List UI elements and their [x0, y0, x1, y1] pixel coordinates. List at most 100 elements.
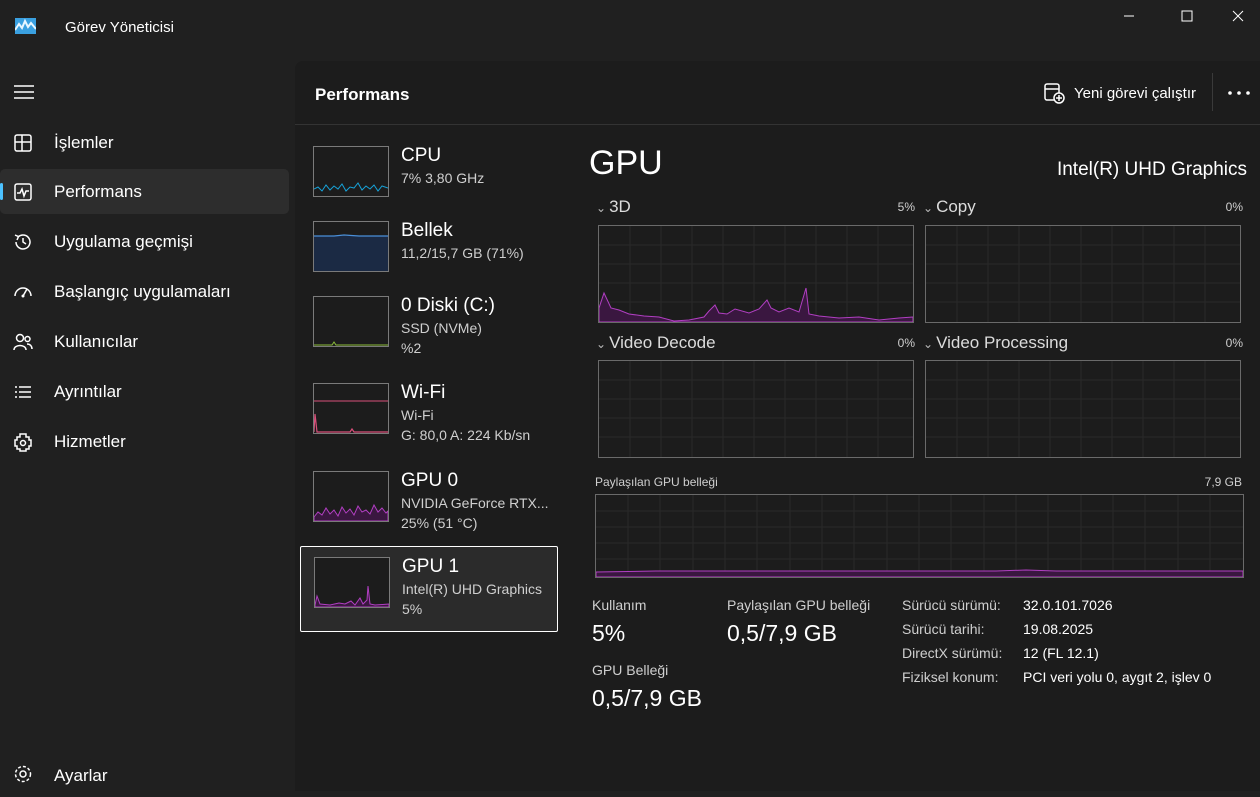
driver-version-value: 32.0.101.7026: [1023, 597, 1113, 613]
disk-thumbnail: [313, 296, 389, 347]
driver-date-label: Sürücü tarihi:: [902, 621, 985, 637]
gpu-memory-label: GPU Belleği: [592, 662, 669, 678]
sidebar-item-label: Uygulama geçmişi: [54, 232, 193, 251]
engine-video-processing-label: Video Processing: [936, 333, 1069, 352]
gpu1-thumbnail-area: [315, 585, 389, 607]
device-detail: SSD (NVMe): [401, 320, 482, 336]
startup-icon: [14, 287, 32, 298]
engine-copy-label: Copy: [936, 197, 976, 216]
engine-3d-percent: 5%: [897, 200, 915, 214]
gear-icon: [14, 765, 32, 783]
memory-thumbnail: [313, 221, 389, 272]
shared-memory-area: [596, 569, 1243, 577]
device-detail: 7% 3,80 GHz: [401, 170, 485, 186]
engine-copy-graph: [925, 225, 1241, 323]
hamburger-menu-icon[interactable]: [12, 82, 36, 102]
device-name: 0 Diski (C:): [401, 295, 495, 316]
device-detail: Wi-Fi: [401, 407, 434, 423]
directx-version-value: 12 (FL 12.1): [1023, 645, 1099, 661]
header-separator: [1212, 73, 1213, 111]
device-item-wifi[interactable]: Wi-Fi Wi-Fi G: 80,0 A: 224 Kb/sn: [300, 373, 558, 459]
chevron-down-icon: ⌄: [923, 337, 934, 351]
engine-video-processing-percent: 0%: [1225, 336, 1243, 350]
minimize-icon: [1124, 15, 1134, 17]
engine-video-decode-graph: [598, 360, 914, 458]
utilization-value: 5%: [592, 620, 626, 646]
minimize-button[interactable]: [1101, 0, 1157, 32]
chevron-down-icon: ⌄: [596, 201, 607, 215]
engine-3d-selector[interactable]: ⌄ 3D: [596, 197, 631, 217]
chevron-down-icon: ⌄: [596, 337, 607, 351]
run-task-label: Yeni görevi çalıştır: [1074, 84, 1197, 102]
device-detail-2: G: 80,0 A: 224 Kb/sn: [401, 427, 531, 443]
gpu-model: Intel(R) UHD Graphics: [1056, 159, 1247, 180]
directx-version-label: DirectX sürümü:: [902, 645, 1003, 661]
device-item-gpu1[interactable]: GPU 1 Intel(R) UHD Graphics 5%: [300, 546, 558, 632]
device-name: GPU 1: [402, 556, 460, 577]
shared-memory-label: Paylaşılan GPU belleği: [727, 597, 871, 613]
sidebar-item-processes[interactable]: İşlemler: [0, 120, 289, 165]
sidebar-item-label: Kullanıcılar: [54, 332, 139, 351]
engine-video-decode-label: Video Decode: [609, 333, 716, 352]
engine-video-decode-selector[interactable]: ⌄ Video Decode: [596, 333, 716, 353]
sidebar-item-app-history[interactable]: Uygulama geçmişi: [0, 219, 289, 264]
device-detail-2: 5%: [402, 601, 423, 617]
engine-video-processing-selector[interactable]: ⌄ Video Processing: [923, 333, 1068, 353]
page-title: Performans: [315, 85, 410, 104]
app-title: Görev Yöneticisi: [65, 19, 174, 36]
sidebar-item-settings[interactable]: Ayarlar: [0, 752, 289, 797]
engine-copy-percent: 0%: [1225, 200, 1243, 214]
close-icon: [1232, 10, 1244, 22]
physical-location-value: PCI veri yolu 0, aygıt 2, işlev 0: [1023, 669, 1212, 685]
shared-memory-graph-max: 7,9 GB: [1204, 475, 1242, 489]
engine-copy-selector[interactable]: ⌄ Copy: [923, 197, 976, 217]
new-task-icon: [1044, 83, 1065, 104]
engine-video-decode-percent: 0%: [897, 336, 915, 350]
device-item-cpu[interactable]: CPU 7% 3,80 GHz: [300, 136, 558, 222]
settings-label: Ayarlar: [54, 766, 108, 785]
more-options-icon[interactable]: [1225, 81, 1253, 105]
gpu0-thumbnail: [313, 471, 389, 522]
users-icon: [13, 333, 33, 351]
memory-thumbnail-fill: [314, 236, 388, 271]
main-panel: Performans Yeni görevi çalıştır CPU 7% 3…: [295, 61, 1260, 791]
shared-memory-value: 0,5/7,9 GB: [727, 620, 837, 646]
sidebar-item-label: Hizmetler: [54, 432, 126, 451]
device-item-gpu0[interactable]: GPU 0 NVIDIA GeForce RTX... 25% (51 °C): [300, 461, 558, 547]
maximize-icon: [1181, 10, 1193, 22]
sidebar-item-performance[interactable]: Performans: [0, 169, 289, 214]
close-button[interactable]: [1210, 0, 1260, 32]
history-icon: [14, 234, 31, 250]
shared-memory-graph-label: Paylaşılan GPU belleği: [595, 475, 718, 489]
sidebar-item-details[interactable]: Ayrıntılar: [0, 369, 289, 414]
shared-memory-graph: [595, 494, 1244, 578]
engine-3d-graph: [598, 225, 914, 323]
sidebar-item-label: Başlangıç uygulamaları: [54, 282, 231, 301]
sidebar-item-users[interactable]: Kullanıcılar: [0, 319, 289, 364]
device-detail: NVIDIA GeForce RTX...: [401, 495, 549, 511]
gpu1-thumbnail: [314, 557, 390, 608]
device-item-disk[interactable]: 0 Diski (C:) SSD (NVMe) %2: [300, 286, 558, 372]
driver-date-value: 19.08.2025: [1023, 621, 1094, 637]
title-bar: Görev Yöneticisi: [0, 0, 1260, 56]
device-name: CPU: [401, 145, 442, 166]
sidebar-item-startup-apps[interactable]: Başlangıç uygulamaları: [0, 269, 289, 314]
device-detail-2: %2: [401, 340, 422, 356]
gpu-title: GPU: [589, 144, 663, 182]
wifi-thumbnail: [313, 383, 389, 434]
disk-thumbnail-line: [314, 341, 388, 346]
run-new-task-button[interactable]: Yeni görevi çalıştır: [1043, 80, 1196, 106]
device-detail-2: 25% (51 °C): [401, 515, 478, 531]
sidebar-item-label: İşlemler: [54, 133, 114, 152]
engine-3d-area: [599, 287, 913, 322]
chevron-down-icon: ⌄: [923, 201, 934, 215]
task-manager-icon: [15, 18, 36, 34]
gpu-memory-value: 0,5/7,9 GB: [592, 685, 702, 711]
sidebar-item-services[interactable]: Hizmetler: [0, 419, 289, 464]
maximize-button[interactable]: [1159, 0, 1215, 32]
device-item-memory[interactable]: Bellek 11,2/15,7 GB (71%): [300, 211, 558, 297]
device-name: Wi-Fi: [401, 382, 446, 403]
engine-3d-label: 3D: [609, 197, 631, 216]
physical-location-label: Fiziksel konum:: [902, 669, 999, 685]
device-name: Bellek: [401, 220, 453, 241]
